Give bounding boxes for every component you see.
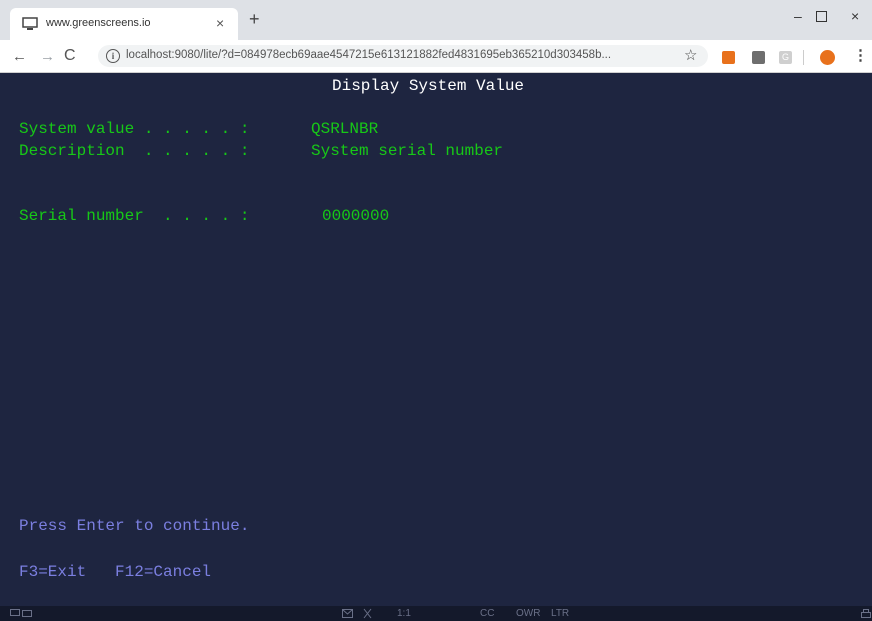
tab-close-icon[interactable]: ×: [216, 15, 224, 31]
status-indicator: CC: [480, 608, 495, 619]
browser-menu-icon[interactable]: ⋮: [853, 48, 868, 63]
extension-icon[interactable]: [752, 51, 765, 64]
extension-icon[interactable]: [722, 51, 735, 64]
field-label: Serial number . . . . :: [19, 207, 250, 225]
browser-tab[interactable]: www.greenscreens.io ×: [10, 8, 238, 40]
info-icon[interactable]: i: [106, 49, 120, 63]
field-value: QSRLNBR: [311, 120, 379, 138]
field-label: Description . . . . . :: [19, 142, 250, 160]
monitor-icon: [22, 17, 38, 30]
status-indicator: LTR: [551, 608, 570, 619]
terminal-status-bar: 1:1 CC OWR LTR: [0, 606, 872, 621]
screen-icon: [10, 609, 32, 617]
status-indicator: OWR: [516, 608, 541, 619]
field-value: System serial number: [311, 142, 504, 160]
cursor-position: 1:1: [397, 608, 411, 619]
url-text: localhost:9080/lite/?d=084978ecb69aae454…: [126, 49, 612, 61]
terminal-screen[interactable]: Display System Value System value . . . …: [10, 73, 865, 606]
reload-button[interactable]: C: [64, 48, 76, 64]
new-tab-button[interactable]: +: [249, 10, 260, 28]
printer-icon: [861, 609, 871, 618]
profile-icon[interactable]: [820, 50, 835, 65]
field-label: System value . . . . . :: [19, 120, 250, 138]
transfer-icon: [363, 608, 372, 619]
browser-tab-bar: www.greenscreens.io × + – ×: [0, 0, 872, 40]
extension-icon[interactable]: G: [779, 51, 792, 64]
toolbar-divider: [803, 50, 804, 65]
tab-title: www.greenscreens.io: [46, 17, 151, 29]
maximize-button[interactable]: [816, 11, 827, 22]
address-bar-row: ← → C i localhost:9080/lite/?d=084978ecb…: [0, 40, 872, 73]
continue-prompt: Press Enter to continue.: [19, 517, 250, 535]
bookmark-star-icon[interactable]: ☆: [684, 48, 697, 63]
screen-title: Display System Value: [332, 77, 525, 95]
minimize-button[interactable]: –: [794, 8, 802, 24]
function-keys[interactable]: F3=Exit F12=Cancel: [19, 563, 211, 581]
field-value: 0000000: [322, 207, 390, 225]
back-button[interactable]: ←: [12, 49, 27, 64]
forward-button[interactable]: →: [40, 49, 55, 64]
close-window-button[interactable]: ×: [851, 8, 859, 24]
mail-icon: [342, 609, 353, 618]
url-field[interactable]: i localhost:9080/lite/?d=084978ecb69aae4…: [98, 45, 708, 67]
